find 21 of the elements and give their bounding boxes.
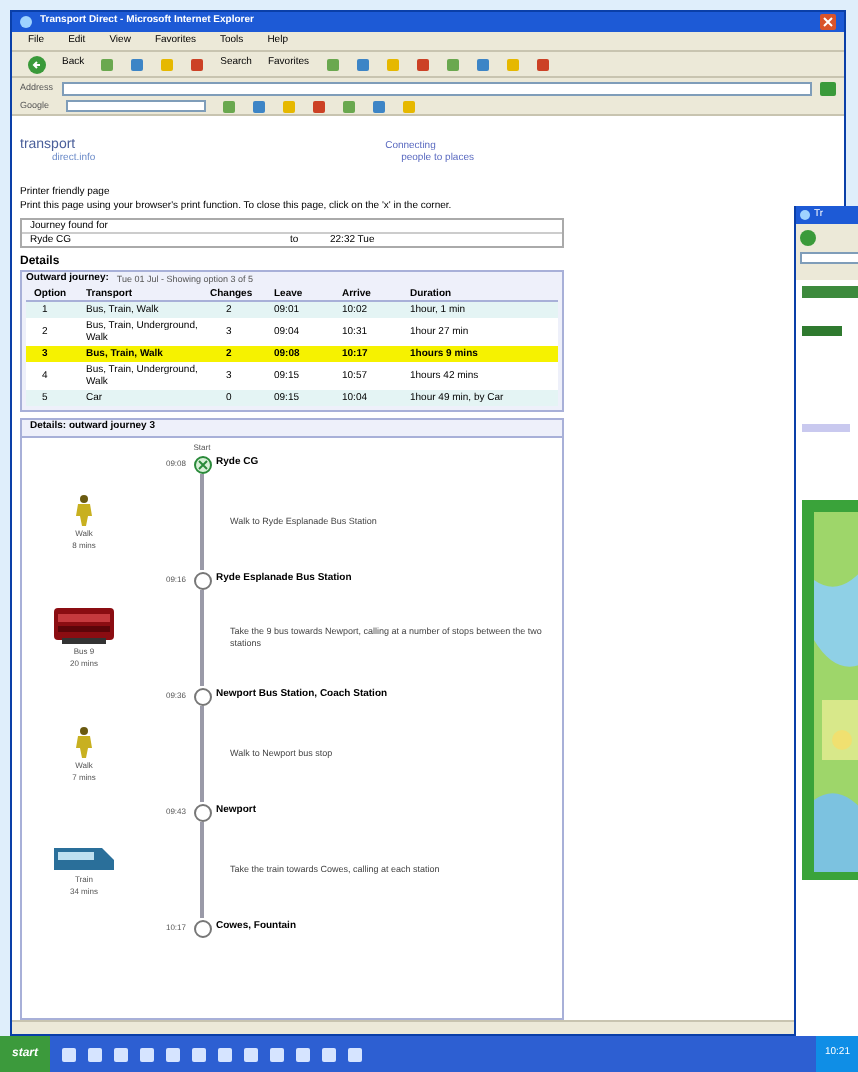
close-icon[interactable]	[820, 14, 836, 30]
link-block	[802, 424, 850, 432]
go-icon[interactable]	[820, 81, 836, 95]
start-node-icon	[193, 455, 211, 473]
address-field[interactable]	[61, 81, 812, 95]
train-icon	[54, 844, 114, 872]
browser-icon	[20, 16, 32, 28]
stop-node-icon	[193, 687, 211, 705]
logo-bar	[802, 326, 842, 336]
browser-icon	[800, 210, 810, 220]
stop-node-icon	[193, 803, 211, 821]
address-field[interactable]	[800, 252, 858, 264]
tab-bar	[802, 286, 858, 298]
walking-person-icon	[72, 494, 96, 526]
stop-node-icon	[193, 571, 211, 589]
back-icon[interactable]	[28, 55, 46, 73]
toolbar-search-field[interactable]	[65, 100, 206, 112]
bus-icon	[54, 608, 114, 644]
back-icon[interactable]	[800, 230, 816, 246]
walking-person-icon	[72, 726, 96, 758]
stop-node-icon	[193, 919, 211, 937]
